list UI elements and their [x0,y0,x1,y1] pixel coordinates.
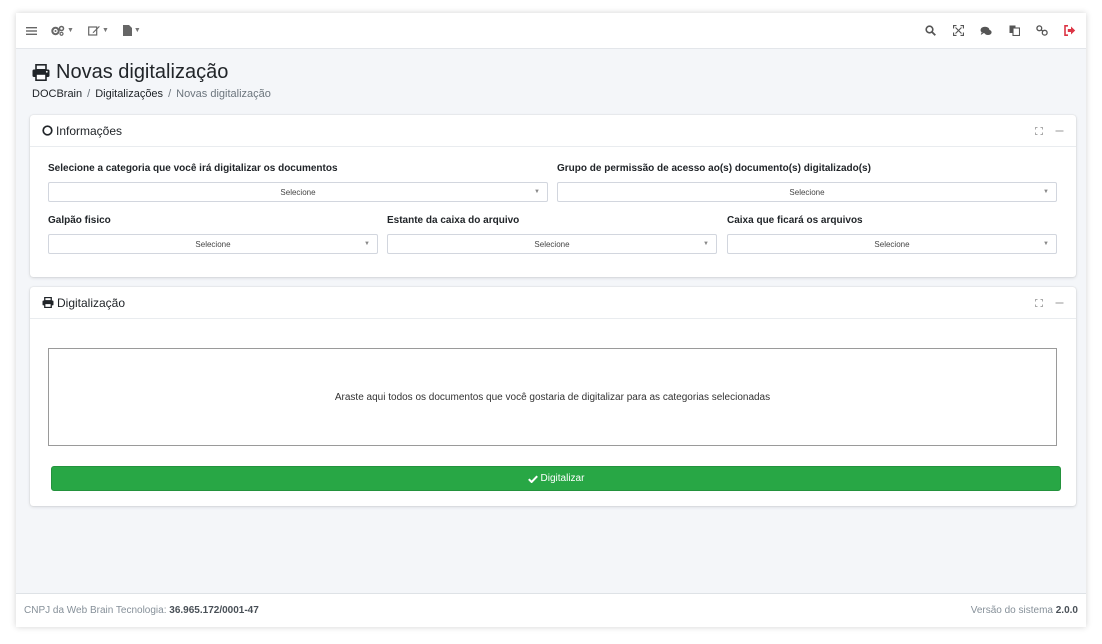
caixa-label: Caixa que ficará os arquivos [727,215,863,226]
circle-icon [42,125,53,136]
footer-cnpj-value: 36.965.172/0001-47 [169,605,259,616]
footer-cnpj-label: CNPJ da Web Brain Tecnologia: [24,605,167,616]
navbar-left: ▼ ▼ ▼ [26,25,155,36]
grupo-permissao-label: Grupo de permissão de acesso ao(s) docum… [557,163,871,174]
file-icon [122,25,132,36]
digitalizacao-card: Digitalização Araste aqui todos os docum… [30,287,1076,506]
edit-icon [88,25,100,36]
navbar-right [908,25,1076,36]
card-header: Digitalização [30,287,1076,319]
footer-version-value: 2.0.0 [1055,605,1078,616]
gears-icon [51,25,65,36]
logout-button[interactable] [1064,25,1076,36]
footer: CNPJ da Web Brain Tecnologia: 36.965.172… [16,593,1086,627]
expand-icon [1035,122,1043,140]
card-header: Informações [30,115,1076,147]
comments-button[interactable] [980,26,992,36]
maximize-button[interactable] [1035,122,1043,140]
print-icon [42,297,54,308]
chevron-down-icon: ▼ [101,27,109,34]
breadcrumb-item-active: Novas digitalização [176,88,271,100]
breadcrumb: DOCBrain / Digitalizações / Novas digita… [32,88,271,100]
copy-icon [1009,25,1020,36]
card-title: Informações [42,124,122,138]
app-window: ▼ ▼ ▼ Novas digitalização DOCBrain / Dig… [16,13,1086,627]
fullscreen-button[interactable] [952,25,964,36]
galpao-label: Galpão fisico [48,215,111,226]
categoria-select[interactable]: Selecione ▼ [48,182,548,202]
collapse-button[interactable] [1055,122,1064,140]
galpao-select[interactable]: Selecione ▼ [48,234,378,254]
fullscreen-icon [952,25,964,36]
edit-dropdown-button[interactable]: ▼ [88,25,109,36]
search-button[interactable] [924,25,936,36]
dropzone-message: Araste aqui todos os documentos que você… [334,391,771,403]
file-dropdown-button[interactable]: ▼ [122,25,141,36]
chevron-down-icon: ▼ [67,27,74,34]
settings-dropdown-button[interactable]: ▼ [51,25,74,36]
caixa-select-value: Selecione [874,239,910,249]
print-icon [32,64,50,81]
categoria-select-value: Selecione [280,187,316,197]
breadcrumb-item-digitalizacoes[interactable]: Digitalizações [95,88,163,100]
menu-icon [26,26,37,36]
grupo-permissao-select[interactable]: Selecione ▼ [557,182,1057,202]
estante-select[interactable]: Selecione ▼ [387,234,717,254]
link-button[interactable] [1036,25,1048,36]
estante-label: Estante da caixa do arquivo [387,215,520,226]
digitalizar-button[interactable]: Digitalizar [51,466,1061,491]
footer-cnpj: CNPJ da Web Brain Tecnologia: 36.965.172… [24,605,259,616]
minus-icon [1055,122,1064,140]
chevron-down-icon: ▼ [364,241,370,247]
caixa-select[interactable]: Selecione ▼ [727,234,1057,254]
chevron-down-icon: ▼ [703,241,709,247]
link-icon [1036,25,1048,36]
check-icon [527,475,538,483]
logout-icon [1064,25,1076,36]
comments-icon [980,26,992,36]
file-dropzone[interactable]: Araste aqui todos os documentos que você… [48,348,1057,446]
digitalizar-button-label: Digitalizar [540,473,585,484]
menu-toggle-button[interactable] [26,26,37,36]
breadcrumb-item-home[interactable]: DOCBrain [32,88,82,100]
expand-icon [1035,294,1043,312]
chevron-down-icon: ▼ [133,27,141,34]
categoria-label: Selecione a categoria que você irá digit… [48,163,338,174]
grupo-permissao-select-value: Selecione [789,187,825,197]
copy-button[interactable] [1008,25,1020,36]
collapse-button[interactable] [1055,294,1064,312]
chevron-down-icon: ▼ [1043,241,1049,247]
informacoes-card: Informações Selecione a categoria que vo… [30,115,1076,277]
chevron-down-icon: ▼ [534,189,540,195]
card-title: Digitalização [42,296,125,310]
minus-icon [1055,294,1064,312]
card-tools [1023,294,1064,312]
page-title-text: Novas digitalização [56,61,229,83]
chevron-down-icon: ▼ [1043,189,1049,195]
footer-version: Versão do sistema 2.0.0 [971,605,1078,616]
maximize-button[interactable] [1035,294,1043,312]
card-tools [1023,122,1064,140]
page-title: Novas digitalização [32,61,271,84]
footer-version-label: Versão do sistema [970,605,1053,616]
search-icon [924,25,936,36]
content-header: Novas digitalização DOCBrain / Digitaliz… [32,61,271,100]
breadcrumb-separator: / [87,88,91,100]
top-navbar: ▼ ▼ ▼ [16,13,1086,49]
card-title-text: Informações [56,123,123,138]
breadcrumb-separator: / [168,88,172,100]
estante-select-value: Selecione [534,239,570,249]
card-title-text: Digitalização [57,295,126,310]
galpao-select-value: Selecione [195,239,231,249]
